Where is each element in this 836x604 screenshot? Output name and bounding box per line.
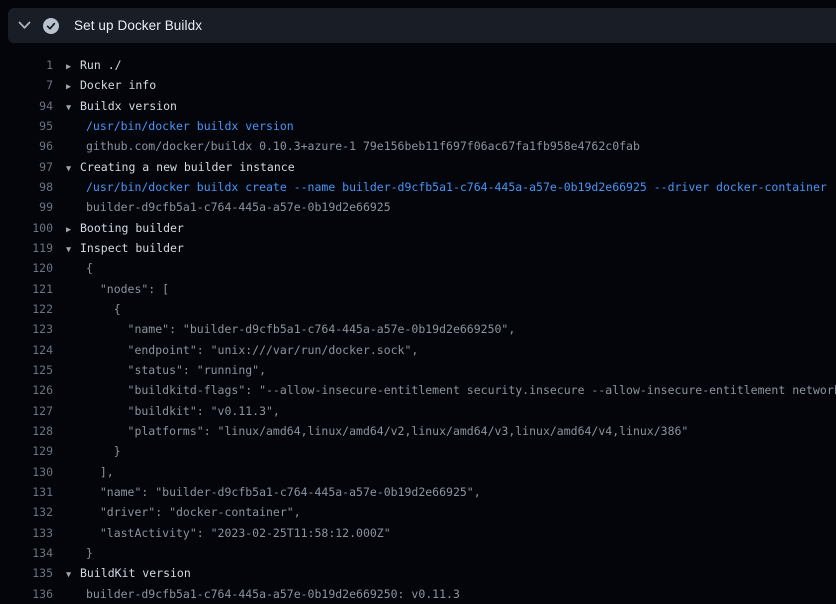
log-line: 127 "buildkit": "v0.11.3", (0, 401, 836, 421)
log-output-text: "endpoint": "unix:///var/run/docker.sock… (86, 340, 418, 360)
log-line: 122 { (0, 299, 836, 319)
line-number[interactable]: 95 (0, 116, 53, 136)
line-number[interactable]: 126 (0, 380, 53, 400)
log-output-text: "status": "running", (86, 360, 266, 380)
line-number[interactable]: 119 (0, 238, 53, 258)
caret-expanded-icon[interactable]: ▼ (66, 240, 80, 258)
line-number[interactable]: 96 (0, 136, 53, 156)
log-output-text: "name": "builder-d9cfb5a1-c764-445a-a57e… (86, 319, 515, 339)
line-number[interactable]: 129 (0, 441, 53, 461)
log-line: 94 ▼Buildx version (0, 96, 836, 116)
line-number[interactable]: 1 (0, 55, 53, 75)
log-output-text: } (86, 543, 93, 563)
log-output-text: builder-d9cfb5a1-c764-445a-a57e-0b19d2e6… (86, 584, 460, 604)
log-command-text: /usr/bin/docker buildx version (86, 116, 294, 136)
log-line: 123 "name": "builder-d9cfb5a1-c764-445a-… (0, 319, 836, 339)
log-output-text: builder-d9cfb5a1-c764-445a-a57e-0b19d2e6… (86, 197, 391, 217)
log-line: 119 ▼Inspect builder (0, 238, 836, 258)
caret-collapsed-icon[interactable]: ▶ (66, 77, 80, 95)
log-line: 96 github.com/docker/buildx 0.10.3+azure-… (0, 136, 836, 156)
line-number[interactable]: 98 (0, 177, 53, 197)
line-number[interactable]: 127 (0, 401, 53, 421)
log-group-title[interactable]: Inspect builder (80, 238, 184, 258)
log-line: 134} (0, 543, 836, 563)
step-header[interactable]: Set up Docker Buildx (8, 8, 836, 43)
log-line: 100 ▶Booting builder (0, 218, 836, 238)
log-line: 132 "driver": "docker-container", (0, 502, 836, 522)
line-number[interactable]: 97 (0, 157, 53, 177)
line-number[interactable]: 121 (0, 279, 53, 299)
log-line: 126 "buildkitd-flags": "--allow-insecure… (0, 380, 836, 400)
caret-expanded-icon[interactable]: ▼ (66, 565, 80, 583)
line-number[interactable]: 130 (0, 462, 53, 482)
log-output-text: } (86, 441, 121, 461)
log-output-text: github.com/docker/buildx 0.10.3+azure-1 … (86, 136, 640, 156)
log-group-title[interactable]: Booting builder (80, 218, 184, 238)
log-output-text: "name": "builder-d9cfb5a1-c764-445a-a57e… (86, 482, 481, 502)
caret-collapsed-icon[interactable]: ▶ (66, 220, 80, 238)
log-group-title[interactable]: Creating a new builder instance (80, 157, 295, 177)
line-number[interactable]: 134 (0, 543, 53, 563)
log-line: 99 builder-d9cfb5a1-c764-445a-a57e-0b19d2… (0, 197, 836, 217)
line-number[interactable]: 120 (0, 258, 53, 278)
log-line: 129 } (0, 441, 836, 461)
check-circle-icon (43, 18, 59, 34)
log-line: 95/usr/bin/docker buildx version (0, 116, 836, 136)
line-number[interactable]: 94 (0, 96, 53, 116)
log-group-title[interactable]: BuildKit version (80, 563, 191, 583)
line-number[interactable]: 128 (0, 421, 53, 441)
caret-expanded-icon[interactable]: ▼ (66, 98, 80, 116)
log-line: 135 ▼BuildKit version (0, 563, 836, 583)
log-line: 97 ▼Creating a new builder instance (0, 157, 836, 177)
caret-expanded-icon[interactable]: ▼ (66, 159, 80, 177)
log-output-text: "lastActivity": "2023-02-25T11:58:12.000… (86, 523, 391, 543)
log-output-text: ], (86, 462, 114, 482)
line-number[interactable]: 100 (0, 218, 53, 238)
log-group-title[interactable]: Run ./ (80, 55, 122, 75)
log-output-text: "platforms": "linux/amd64,linux/amd64/v2… (86, 421, 688, 441)
log-line: 130 ], (0, 462, 836, 482)
line-number[interactable]: 132 (0, 502, 53, 522)
log-command-text: /usr/bin/docker buildx create --name bui… (86, 177, 827, 197)
actions-log-viewer: Set up Docker Buildx 1▶Run ./7▶Docker in… (0, 0, 836, 604)
log-line: 1 ▶Run ./ (0, 55, 836, 75)
log-line: 128 "platforms": "linux/amd64,linux/amd6… (0, 421, 836, 441)
log-output-text: "buildkit": "v0.11.3", (86, 401, 280, 421)
caret-collapsed-icon[interactable]: ▶ (66, 57, 80, 75)
step-title: Set up Docker Buildx (74, 18, 202, 33)
log-group-title[interactable]: Docker info (80, 75, 156, 95)
line-number[interactable]: 136 (0, 584, 53, 604)
log-line: 125 "status": "running", (0, 360, 836, 380)
log-line: 133 "lastActivity": "2023-02-25T11:58:12… (0, 523, 836, 543)
line-number[interactable]: 133 (0, 523, 53, 543)
line-number[interactable]: 99 (0, 197, 53, 217)
log-line: 98/usr/bin/docker buildx create --name b… (0, 177, 836, 197)
log-panel: 1▶Run ./7▶Docker info94▼Buildx version95… (0, 43, 836, 604)
line-number[interactable]: 124 (0, 340, 53, 360)
log-line: 121 "nodes": [ (0, 279, 836, 299)
line-number[interactable]: 131 (0, 482, 53, 502)
log-line: 136 builder-d9cfb5a1-c764-445a-a57e-0b19d… (0, 584, 836, 604)
log-output-text: { (86, 258, 93, 278)
line-number[interactable]: 7 (0, 75, 53, 95)
log-output-text: { (86, 299, 121, 319)
log-line: 131 "name": "builder-d9cfb5a1-c764-445a-… (0, 482, 836, 502)
log-line: 120 { (0, 258, 836, 278)
log-line: 124 "endpoint": "unix:///var/run/docker.… (0, 340, 836, 360)
line-number[interactable]: 122 (0, 299, 53, 319)
log-output-text: "buildkitd-flags": "--allow-insecure-ent… (86, 380, 836, 400)
line-number[interactable]: 123 (0, 319, 53, 339)
log-group-title[interactable]: Buildx version (80, 96, 177, 116)
log-output-text: "driver": "docker-container", (86, 502, 301, 522)
log-line: 7 ▶Docker info (0, 75, 836, 95)
line-number[interactable]: 135 (0, 563, 53, 583)
chevron-down-icon[interactable] (18, 19, 31, 32)
log-output-text: "nodes": [ (86, 279, 169, 299)
line-number[interactable]: 125 (0, 360, 53, 380)
